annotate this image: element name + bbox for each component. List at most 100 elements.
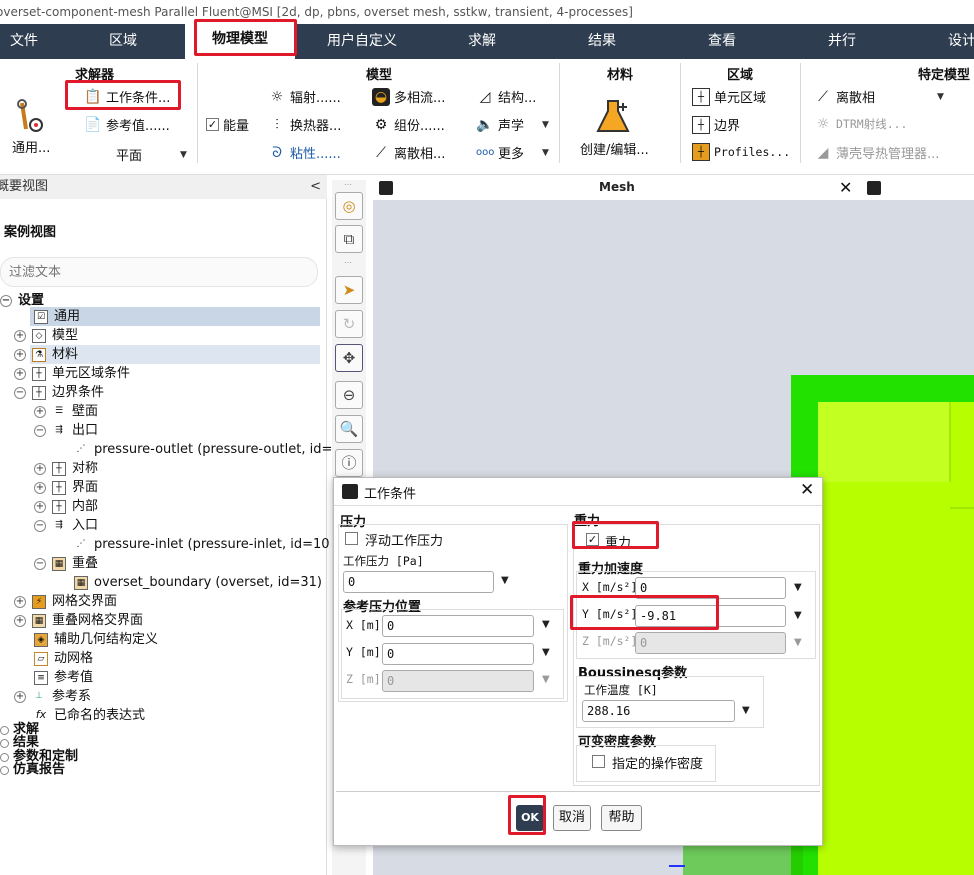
collapse-icon[interactable]: − — [14, 386, 26, 399]
chevron-down-icon[interactable]: ▼ — [542, 674, 550, 685]
tree-item-inlet[interactable]: − ⇶ 入口 — [34, 516, 98, 535]
multiphase-button[interactable]: ◒ 多相流... — [372, 87, 445, 106]
tree-item-boundary-conditions[interactable]: − ┼ 边界条件 — [14, 383, 104, 402]
chevron-down-icon[interactable]: ▼ — [742, 705, 750, 716]
tab-file[interactable]: 文件 — [0, 24, 48, 59]
tree-item-overset-interfaces[interactable]: + ▦ 重叠网格交界面 — [14, 611, 143, 630]
specified-density-checkbox[interactable] — [592, 755, 605, 768]
radiation-button[interactable]: ☼ 辐射...... — [268, 87, 341, 107]
expand-icon[interactable] — [0, 738, 9, 748]
info-icon[interactable]: ⓘ — [335, 449, 363, 477]
operating-pressure-input[interactable]: 0 — [343, 571, 494, 593]
pointer-icon[interactable]: ➤ — [335, 276, 363, 304]
expand-icon[interactable]: + — [34, 462, 46, 475]
ref-y-input[interactable]: 0 — [382, 643, 534, 665]
tree-item-simulation-reports[interactable]: 仿真报告 — [0, 763, 65, 777]
tree-item-outlet[interactable]: − ⇶ 出口 — [34, 421, 98, 440]
tab-parallel[interactable]: 并行 — [820, 24, 864, 59]
collapse-icon[interactable]: − — [0, 294, 12, 307]
expand-icon[interactable]: + — [34, 481, 46, 494]
tree-item-interior[interactable]: + ┼ 内部 — [34, 497, 98, 516]
heat-exchanger-button[interactable]: ⫶ 换热器... — [268, 115, 341, 135]
tree-item-materials[interactable]: + ⚗ 材料 — [14, 345, 78, 364]
gravity-z-input[interactable]: 0 — [635, 632, 786, 654]
tree-item-pressure-inlet[interactable]: ⋰ pressure-inlet (pressure-inlet, id=10 — [74, 535, 330, 554]
cancel-button[interactable]: 取消 — [553, 805, 591, 831]
tree-item-overset[interactable]: − ▦ 重叠 — [34, 554, 98, 573]
chevron-down-icon[interactable]: ▼ — [794, 610, 802, 621]
expand-icon[interactable]: + — [14, 367, 26, 380]
pan-icon[interactable]: ✥ — [335, 344, 363, 372]
plane-dropdown[interactable]: 平面 ▼ — [116, 145, 187, 164]
energy-checkbox[interactable]: ✓ — [206, 118, 219, 131]
graphics-tab-mesh[interactable]: Mesh — [599, 180, 635, 194]
fit-sphere-icon[interactable]: ◎ — [335, 192, 363, 220]
more-models-button[interactable]: ooo 更多 ▼ — [476, 143, 549, 163]
chevron-down-icon[interactable]: ▼ — [501, 575, 509, 586]
expand-icon[interactable]: + — [34, 500, 46, 513]
tab-domain[interactable]: 区域 — [90, 24, 156, 59]
energy-toggle[interactable]: ✓ 能量 — [206, 115, 249, 134]
close-dialog-icon[interactable]: ✕ — [800, 480, 814, 500]
chevron-down-icon[interactable]: ▼ — [542, 647, 550, 658]
tree-item-interface[interactable]: + ┼ 界面 — [34, 478, 98, 497]
expand-icon[interactable]: + — [14, 614, 26, 627]
operating-temperature-input[interactable]: 288.16 — [582, 700, 735, 722]
expand-icon[interactable]: + — [14, 348, 26, 361]
tree-item-overset-boundary[interactable]: ▦ overset_boundary (overset, id=31) — [74, 573, 322, 592]
tree-item-reference-frames[interactable]: + ⊥ 参考系 — [14, 687, 91, 706]
reference-values-button[interactable]: 📄 参考值...... — [84, 115, 170, 135]
cell-zones-button[interactable]: ┼ 单元区域 — [692, 87, 766, 106]
expand-icon[interactable] — [0, 765, 9, 775]
collapse-icon[interactable]: < — [310, 175, 321, 199]
tree-item-models[interactable]: + ◇ 模型 — [14, 326, 78, 345]
expand-icon[interactable]: + — [34, 405, 46, 418]
boundaries-button[interactable]: ┼ 边界 — [692, 115, 740, 134]
expand-icon[interactable]: + — [14, 595, 26, 608]
tab-design[interactable]: 设计 — [940, 24, 974, 59]
zoom-box-icon[interactable]: 🔍 — [335, 415, 363, 443]
profiles-button[interactable]: ┼ Profiles... — [692, 143, 790, 161]
tree-item-auxiliary-geometry[interactable]: ◈ 辅助几何结构定义 — [34, 630, 158, 649]
ref-z-input[interactable]: 0 — [382, 670, 534, 692]
tree-item-dynamic-mesh[interactable]: ▱ 动网格 — [34, 649, 93, 668]
cube-view-icon[interactable]: ⧉ — [335, 225, 363, 253]
rotate-icon[interactable]: ↻ — [335, 310, 363, 338]
tab-view[interactable]: 查看 — [700, 24, 744, 59]
shell-conduction-button[interactable]: ◢ 薄壳导热管理器... — [814, 143, 940, 163]
materials-create-button[interactable]: 创建/编辑... — [580, 97, 649, 158]
tree-item-cell-zone-conditions[interactable]: + ┼ 单元区域条件 — [14, 364, 130, 383]
collapse-icon[interactable]: − — [34, 519, 46, 532]
general-button[interactable]: 通用... — [12, 99, 50, 156]
discrete-phase-specific-button[interactable]: ⟋ 离散相 ▼ — [814, 87, 944, 107]
expand-icon[interactable] — [0, 725, 9, 735]
tree-item-wall[interactable]: + ☰ 壁面 — [34, 402, 98, 421]
tree-item-pressure-outlet[interactable]: ⋰ pressure-outlet (pressure-outlet, id= — [74, 440, 332, 459]
tree-item-mesh-interfaces[interactable]: + ⚡ 网格交界面 — [14, 592, 117, 611]
tab-solve[interactable]: 求解 — [460, 24, 504, 59]
chevron-down-icon[interactable]: ▼ — [794, 582, 802, 593]
tree-item-results[interactable]: 结果 — [0, 736, 39, 750]
chevron-down-icon[interactable]: ▼ — [542, 619, 550, 630]
viscous-button[interactable]: ᘐ 粘性...... — [268, 143, 341, 163]
structure-button[interactable]: ◿ 结构... — [476, 87, 537, 107]
collapse-icon[interactable]: − — [34, 424, 46, 437]
discrete-phase-button[interactable]: ⟋ 离散相... — [372, 143, 445, 163]
species-button[interactable]: ⚙ 组份...... — [372, 115, 445, 135]
expand-icon[interactable]: + — [14, 690, 26, 703]
chevron-down-icon[interactable]: ▼ — [794, 637, 802, 648]
tree-item-general[interactable]: ☑ 通用 — [34, 307, 80, 326]
expand-icon[interactable]: + — [14, 329, 26, 342]
ref-x-input[interactable]: 0 — [382, 615, 534, 637]
close-tab-icon[interactable]: ✕ — [839, 178, 852, 197]
floating-pressure-checkbox[interactable] — [345, 532, 358, 545]
zoom-in-out-icon[interactable]: ⊖ — [335, 381, 363, 409]
acoustics-button[interactable]: 🔈 声学 ▼ — [476, 115, 549, 135]
help-button[interactable]: 帮助 — [601, 805, 642, 831]
dtrm-rays-button[interactable]: ☼ DTRM射线... — [814, 115, 908, 133]
expand-icon[interactable] — [0, 752, 9, 762]
tree-item-reference-values[interactable]: ≡ 参考值 — [34, 668, 93, 687]
collapse-icon[interactable]: − — [34, 557, 46, 570]
tree-item-named-expressions[interactable]: fx 已命名的表达式 — [34, 706, 145, 725]
tab-user-defined[interactable]: 用户自定义 — [318, 24, 406, 59]
